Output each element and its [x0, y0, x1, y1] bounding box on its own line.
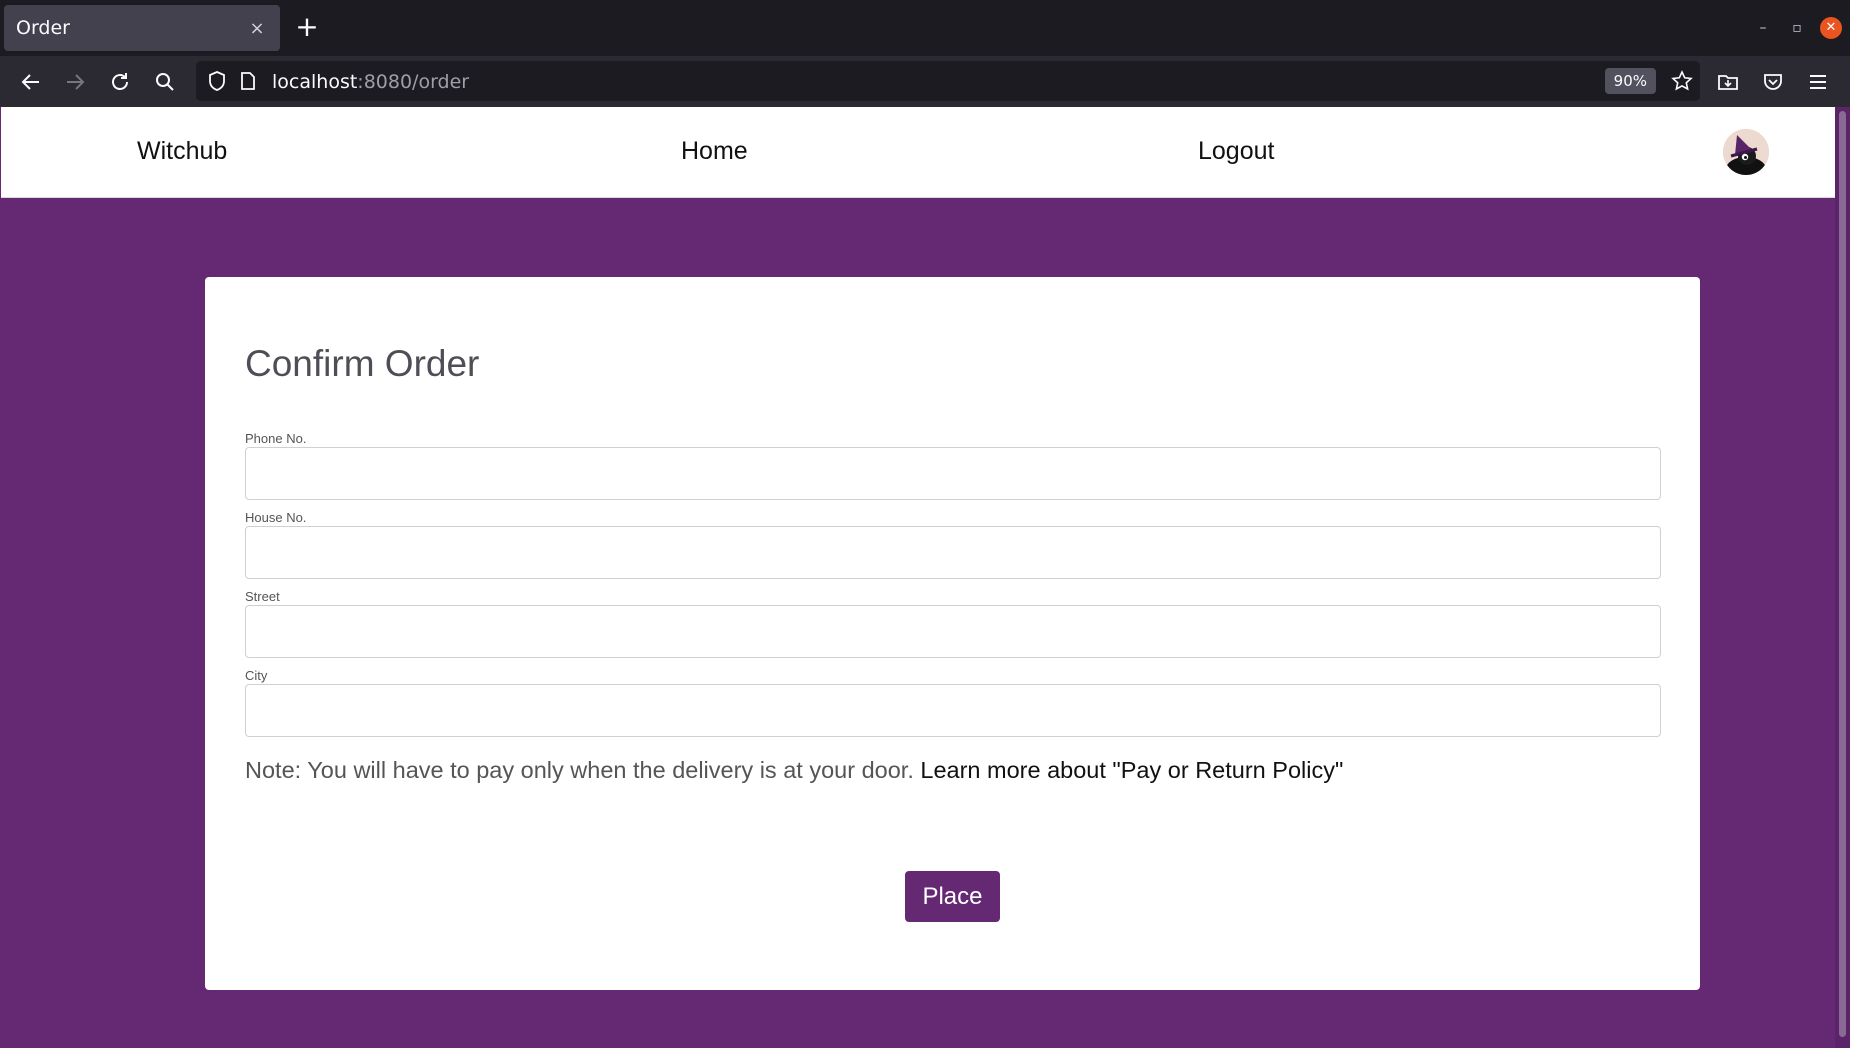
url-path: :8080/order — [357, 71, 470, 93]
bookmark-star-icon[interactable] — [1671, 70, 1693, 92]
confirm-order-card: Confirm Order Phone No. House No. Street… — [205, 277, 1700, 990]
search-icon — [156, 73, 174, 91]
phone-field[interactable] — [245, 447, 1661, 500]
minimize-button[interactable]: – — [1752, 17, 1774, 39]
brand-logo-link[interactable]: Witchub — [137, 137, 227, 166]
scrollbar-thumb[interactable] — [1839, 111, 1846, 1037]
app-menu-button[interactable] — [1801, 65, 1835, 99]
page-viewport: Witchub Home Logout Confirm Order Phone … — [0, 107, 1850, 1048]
search-button[interactable] — [148, 65, 182, 99]
back-icon — [21, 74, 39, 90]
tab-close-icon[interactable]: × — [246, 18, 268, 39]
avatar[interactable] — [1723, 129, 1769, 175]
city-label: City — [245, 668, 268, 683]
forward-button[interactable] — [58, 65, 92, 99]
zoom-level-badge[interactable]: 90% — [1604, 68, 1656, 94]
city-field[interactable] — [245, 684, 1661, 737]
payment-note: Note: You will have to pay only when the… — [245, 757, 1343, 784]
nav-logout-link[interactable]: Logout — [1198, 137, 1274, 166]
save-to-folder-icon — [1718, 75, 1738, 90]
place-order-button[interactable]: Place — [905, 871, 1000, 922]
house-no-label: House No. — [245, 510, 307, 525]
tab-title: Order — [16, 17, 70, 39]
pay-or-return-policy-link[interactable]: Learn more about "Pay or Return Policy" — [920, 757, 1343, 783]
restore-button[interactable]: ▫ — [1786, 17, 1808, 39]
phone-label: Phone No. — [245, 431, 307, 446]
pocket-button[interactable] — [1756, 65, 1790, 99]
pocket-icon — [1764, 74, 1782, 90]
nav-home-link[interactable]: Home — [681, 137, 748, 166]
menu-icon — [1810, 75, 1826, 89]
payment-note-text: Note: You will have to pay only when the… — [245, 757, 914, 783]
url-text: localhost:8080/order — [272, 71, 469, 93]
page-title: Confirm Order — [245, 343, 480, 384]
page-icon — [241, 72, 255, 90]
reload-button[interactable] — [103, 65, 137, 99]
close-window-button[interactable]: ✕ — [1820, 17, 1842, 39]
street-label: Street — [245, 589, 280, 604]
street-field[interactable] — [245, 605, 1661, 658]
page-scrollbar[interactable] — [1835, 107, 1850, 1048]
new-tab-button[interactable]: + — [292, 12, 322, 42]
address-bar[interactable]: localhost:8080/order 90% — [196, 61, 1700, 101]
browser-navigation-bar: localhost:8080/order 90% — [0, 56, 1850, 107]
shield-icon — [209, 71, 225, 91]
forward-icon — [67, 74, 85, 90]
browser-tab-strip: Order × + – ▫ ✕ — [0, 0, 1850, 56]
avatar-witch-icon — [1723, 129, 1769, 175]
reload-icon — [112, 73, 128, 90]
tab-order[interactable]: Order × — [4, 5, 280, 51]
url-host: localhost — [272, 71, 358, 93]
back-button[interactable] — [14, 65, 48, 99]
house-no-field[interactable] — [245, 526, 1661, 579]
site-header: Witchub Home Logout — [1, 107, 1835, 198]
save-to-folder-button[interactable] — [1711, 65, 1745, 99]
